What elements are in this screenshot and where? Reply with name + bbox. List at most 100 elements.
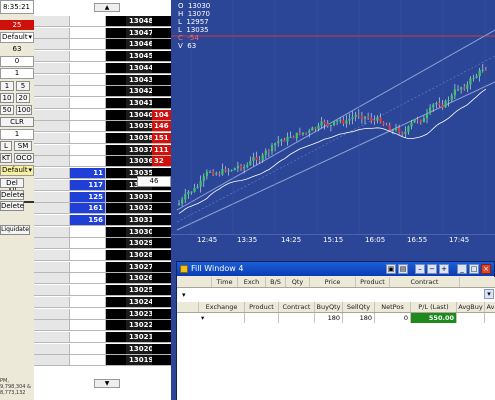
limit-button[interactable]: L bbox=[0, 141, 12, 151]
bid-qty-cell[interactable] bbox=[70, 320, 106, 331]
bid-qty-cell[interactable] bbox=[70, 156, 106, 167]
buy-order-cell[interactable] bbox=[34, 285, 70, 296]
buy-order-cell[interactable] bbox=[34, 16, 70, 26]
bid-qty-cell[interactable] bbox=[70, 51, 106, 62]
delete-all-button[interactable]: Del All bbox=[0, 178, 24, 195]
qty-100-button[interactable]: 100 bbox=[16, 105, 32, 115]
buy-order-cell[interactable] bbox=[34, 250, 70, 260]
ask-qty-cell[interactable] bbox=[152, 39, 171, 50]
col-buy-qty[interactable]: BuyQty bbox=[315, 302, 343, 312]
scroll-up-button[interactable]: ▲ bbox=[94, 3, 120, 12]
print-icon[interactable]: ▣ bbox=[386, 264, 396, 274]
minimize-icon[interactable]: – bbox=[415, 264, 425, 274]
buy-order-cell[interactable] bbox=[34, 191, 70, 202]
bid-qty-cell[interactable] bbox=[70, 273, 106, 284]
scroll-arrow-icon[interactable]: ▾ bbox=[484, 289, 494, 299]
ask-qty-cell[interactable] bbox=[152, 320, 171, 331]
ask-qty-cell[interactable] bbox=[152, 191, 171, 202]
bid-qty-cell[interactable] bbox=[70, 144, 106, 155]
col-net-pos[interactable]: NetPos bbox=[375, 302, 411, 312]
bid-qty-cell[interactable] bbox=[70, 238, 106, 249]
quantity-field[interactable]: 1 bbox=[0, 68, 34, 79]
bid-qty-cell[interactable] bbox=[70, 250, 106, 260]
expand-icon[interactable]: + bbox=[439, 264, 449, 274]
ask-qty-cell[interactable] bbox=[152, 86, 171, 97]
ask-qty-cell[interactable] bbox=[152, 238, 171, 249]
bid-qty-cell[interactable] bbox=[70, 308, 106, 319]
buy-order-cell[interactable] bbox=[34, 261, 70, 272]
ask-qty-cell[interactable]: 151 bbox=[152, 133, 171, 143]
close-icon[interactable]: × bbox=[481, 264, 491, 274]
buy-order-cell[interactable] bbox=[34, 156, 70, 167]
buy-order-cell[interactable] bbox=[34, 62, 70, 73]
buy-order-cell[interactable] bbox=[34, 238, 70, 249]
buy-order-cell[interactable] bbox=[34, 39, 70, 50]
ask-qty-cell[interactable] bbox=[152, 296, 171, 307]
buy-order-cell[interactable] bbox=[34, 109, 70, 120]
ask-qty-cell[interactable]: 32 bbox=[152, 156, 171, 167]
bid-qty-cell[interactable] bbox=[70, 62, 106, 73]
bid-qty-cell[interactable] bbox=[70, 109, 106, 120]
bid-qty-cell[interactable] bbox=[70, 296, 106, 307]
bid-qty-cell[interactable]: 161 bbox=[70, 203, 106, 214]
offset-field[interactable]: 0 bbox=[0, 56, 34, 67]
buy-order-cell[interactable] bbox=[34, 86, 70, 97]
buy-order-cell[interactable] bbox=[34, 226, 70, 237]
bid-qty-cell[interactable] bbox=[70, 285, 106, 296]
col-exchange[interactable]: Exchange bbox=[199, 302, 245, 312]
buy-order-cell[interactable] bbox=[34, 273, 70, 284]
buy-order-cell[interactable] bbox=[34, 320, 70, 331]
ask-qty-cell[interactable] bbox=[152, 331, 171, 342]
buy-order-cell[interactable] bbox=[34, 214, 70, 225]
delete-sell-button[interactable]: Delete bbox=[0, 201, 24, 211]
bid-qty-cell[interactable] bbox=[70, 74, 106, 85]
chevron-down-icon[interactable]: ▾ bbox=[182, 291, 186, 299]
ask-qty-cell[interactable] bbox=[152, 273, 171, 284]
buy-order-cell[interactable] bbox=[34, 343, 70, 354]
col-qty[interactable]: Qty bbox=[286, 277, 310, 287]
bid-qty-cell[interactable] bbox=[70, 39, 106, 50]
qty-20-button[interactable]: 20 bbox=[16, 93, 30, 103]
maximize-window-icon[interactable]: □ bbox=[469, 264, 479, 274]
col-time[interactable]: Time bbox=[212, 277, 238, 287]
buy-order-cell[interactable] bbox=[34, 296, 70, 307]
bid-qty-cell[interactable] bbox=[70, 331, 106, 342]
col-summary-contract[interactable]: Contract bbox=[279, 302, 315, 312]
stop-market-button[interactable]: SM bbox=[14, 141, 32, 151]
buy-order-cell[interactable] bbox=[34, 168, 70, 179]
order-type-select[interactable]: Default ▾ bbox=[0, 32, 34, 43]
bid-qty-cell[interactable] bbox=[70, 343, 106, 354]
ask-qty-cell[interactable] bbox=[152, 343, 171, 354]
ask-qty-cell[interactable] bbox=[152, 261, 171, 272]
ask-qty-cell[interactable] bbox=[152, 285, 171, 296]
collapse-icon[interactable]: − bbox=[427, 264, 437, 274]
bid-qty-cell[interactable] bbox=[70, 97, 106, 108]
col-exch[interactable]: Exch bbox=[238, 277, 266, 287]
export-icon[interactable]: ▤ bbox=[398, 264, 408, 274]
summary-row[interactable]: ▾ 180 180 0 550.00 bbox=[177, 313, 495, 324]
delete-buy-button[interactable]: Delete bbox=[0, 190, 24, 200]
ask-qty-cell[interactable] bbox=[152, 226, 171, 237]
ask-qty-cell[interactable]: 104 bbox=[152, 109, 171, 120]
buy-order-cell[interactable] bbox=[34, 74, 70, 85]
ask-qty-cell[interactable] bbox=[152, 74, 171, 85]
ask-qty-cell[interactable] bbox=[152, 62, 171, 73]
ask-qty-cell[interactable] bbox=[152, 250, 171, 260]
bid-qty-cell[interactable] bbox=[70, 86, 106, 97]
bid-qty-cell[interactable] bbox=[70, 121, 106, 132]
buy-order-cell[interactable] bbox=[34, 133, 70, 143]
bid-qty-cell[interactable]: 125 bbox=[70, 191, 106, 202]
col-pl-last[interactable]: P/L (Last) bbox=[411, 302, 457, 312]
col-product[interactable]: Product bbox=[356, 277, 390, 287]
minimize-window-icon[interactable]: _ bbox=[457, 264, 467, 274]
bid-qty-cell[interactable] bbox=[70, 27, 106, 38]
bid-qty-cell[interactable]: 117 bbox=[70, 179, 106, 190]
buy-order-cell[interactable] bbox=[34, 179, 70, 190]
buy-order-cell[interactable] bbox=[34, 308, 70, 319]
buy-order-cell[interactable] bbox=[34, 331, 70, 342]
bid-qty-cell[interactable] bbox=[70, 133, 106, 143]
qty-5-button[interactable]: 5 bbox=[16, 81, 30, 91]
buy-order-cell[interactable] bbox=[34, 144, 70, 155]
buy-order-cell[interactable] bbox=[34, 203, 70, 214]
col-avg-sell[interactable]: Av bbox=[485, 302, 495, 312]
